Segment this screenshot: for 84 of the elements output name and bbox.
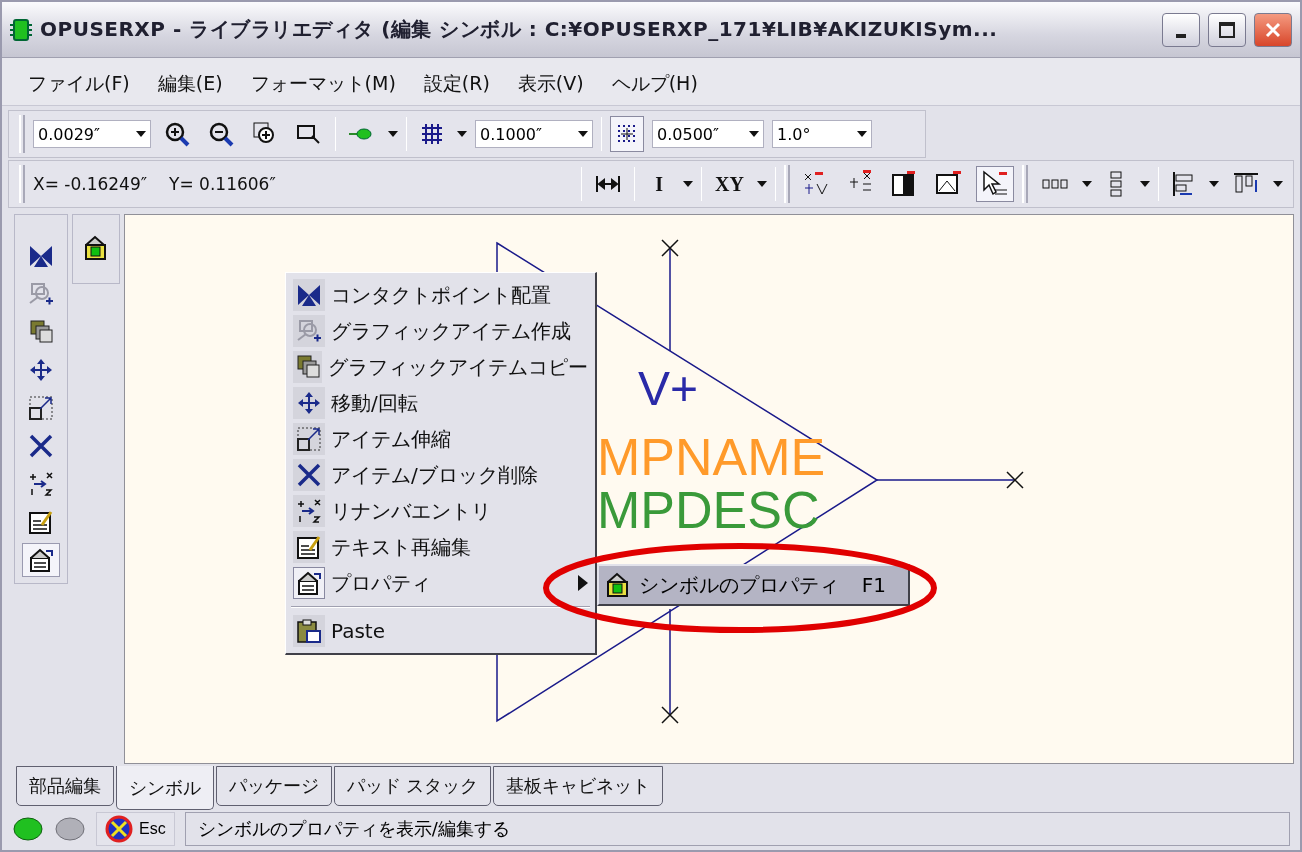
renumber-icon (296, 498, 322, 524)
delete-icon (296, 462, 322, 488)
context-menu-item[interactable]: コンタクトポイント配置 (289, 277, 592, 313)
snap-grid-button[interactable] (610, 116, 644, 152)
context-menu-item[interactable]: アイテム/ブロック削除 (289, 457, 592, 493)
context-menu-item[interactable]: テキスト再編集 (289, 529, 592, 565)
app-icon (10, 16, 32, 43)
menu-item[interactable]: フォーマット(M) (236, 66, 410, 101)
properties-icon (28, 547, 54, 573)
status-light-icon (54, 817, 86, 841)
context-menu-item[interactable]: グラフィックアイテムコピー (289, 349, 592, 385)
symbol-label: MPNAME (597, 431, 826, 483)
dropdown-caret-icon[interactable] (757, 181, 767, 187)
dropdown-caret-icon[interactable] (136, 131, 146, 137)
y-coordinate: Y= 0.11606″ (169, 174, 276, 194)
context-menu-item[interactable]: リナンバエントリ (289, 493, 592, 529)
submenu-arrow-icon (578, 575, 588, 591)
close-button[interactable] (1254, 12, 1292, 47)
dropdown-caret-icon[interactable] (749, 131, 759, 137)
close-icon (1264, 20, 1282, 39)
dropdown-caret-icon[interactable] (1140, 181, 1150, 187)
symbol-label: V+ (638, 365, 699, 413)
renumber-icon (28, 471, 54, 497)
symbol-properties-icon (605, 572, 631, 598)
escape-button[interactable]: Esc (96, 812, 175, 846)
dropdown-caret-icon[interactable] (388, 131, 398, 137)
menu-item[interactable]: ヘルプ(H) (597, 66, 712, 101)
dropdown-caret-icon[interactable] (1209, 181, 1219, 187)
move-arrows-icon (28, 357, 54, 383)
tab[interactable]: パッケージ (216, 766, 332, 806)
select-pointer-button[interactable] (976, 166, 1014, 202)
dropdown-caret-icon[interactable] (457, 131, 467, 137)
context-menu-item[interactable]: Paste (289, 613, 592, 649)
grid-size-dropdown[interactable]: 0.1000″ (475, 120, 593, 148)
shapes-plus-icon (296, 318, 322, 344)
minimize-icon (1176, 33, 1186, 38)
dropdown-caret-icon[interactable] (1273, 181, 1283, 187)
context-menu-item[interactable]: アイテム伸縮 (289, 421, 592, 457)
properties-icon (296, 570, 322, 596)
dropdown-caret-icon[interactable] (1082, 181, 1092, 187)
angle-dropdown[interactable]: 1.0° (772, 120, 872, 148)
clipboard-icon (296, 618, 322, 644)
symbol-properties-icon (83, 235, 109, 261)
minimize-button[interactable] (1162, 12, 1200, 47)
submenu-item[interactable]: シンボルのプロパティ F1 (597, 564, 910, 606)
text-edit-icon (28, 509, 54, 535)
context-menu-item[interactable]: 移動/回転 (289, 385, 592, 421)
menu-item[interactable]: ファイル(F) (14, 66, 144, 101)
maximize-icon (1218, 20, 1236, 39)
context-menu-item[interactable]: グラフィックアイテム作成 (289, 313, 592, 349)
status-message: シンボルのプロパティを表示/編集する (184, 812, 1290, 846)
delete-icon (28, 433, 54, 459)
dropdown-caret-icon[interactable] (857, 131, 867, 137)
tab[interactable]: シンボル (116, 766, 214, 810)
tab[interactable]: パッド スタック (334, 766, 491, 806)
cancel-icon (105, 815, 133, 843)
menu-item[interactable]: 表示(V) (503, 66, 598, 101)
symbol-label: MPDESC (597, 484, 820, 536)
copy-icon (294, 354, 321, 380)
bowtie-icon (28, 243, 54, 269)
resize-icon (296, 426, 322, 452)
zoom-dropdown[interactable]: 0.0029″ (33, 120, 151, 148)
dropdown-caret-icon[interactable] (683, 181, 694, 187)
copy-icon (28, 319, 54, 345)
text-edit-icon (296, 534, 322, 560)
status-light-icon (12, 817, 44, 841)
context-menu-item[interactable]: プロパティ (289, 565, 592, 601)
text-style-button[interactable]: XY (710, 166, 749, 202)
bowtie-icon (296, 282, 322, 308)
pointer-icon (981, 170, 1009, 198)
tab[interactable]: 基板キャビネット (493, 766, 663, 806)
menu-item[interactable]: 編集(E) (143, 66, 237, 101)
tab[interactable]: 部品編集 (16, 766, 114, 806)
text-style-button[interactable]: I (643, 166, 676, 202)
snap-size-dropdown[interactable]: 0.0500″ (652, 120, 764, 148)
window-title: OPUSERXP - ライブラリエディタ (編集 シンボル : C:¥OPUSERXP_171¥LIB¥AKIZUKISym... (40, 16, 999, 43)
shapes-plus-icon (28, 281, 54, 307)
move-arrows-icon (296, 390, 322, 416)
maximize-button[interactable] (1208, 12, 1246, 47)
resize-icon (28, 395, 54, 421)
x-coordinate: X= -0.16249″ (33, 174, 148, 194)
tool-button[interactable] (22, 543, 60, 577)
dropdown-caret-icon[interactable] (578, 131, 588, 137)
menu-item[interactable]: 設定(R) (409, 66, 504, 101)
